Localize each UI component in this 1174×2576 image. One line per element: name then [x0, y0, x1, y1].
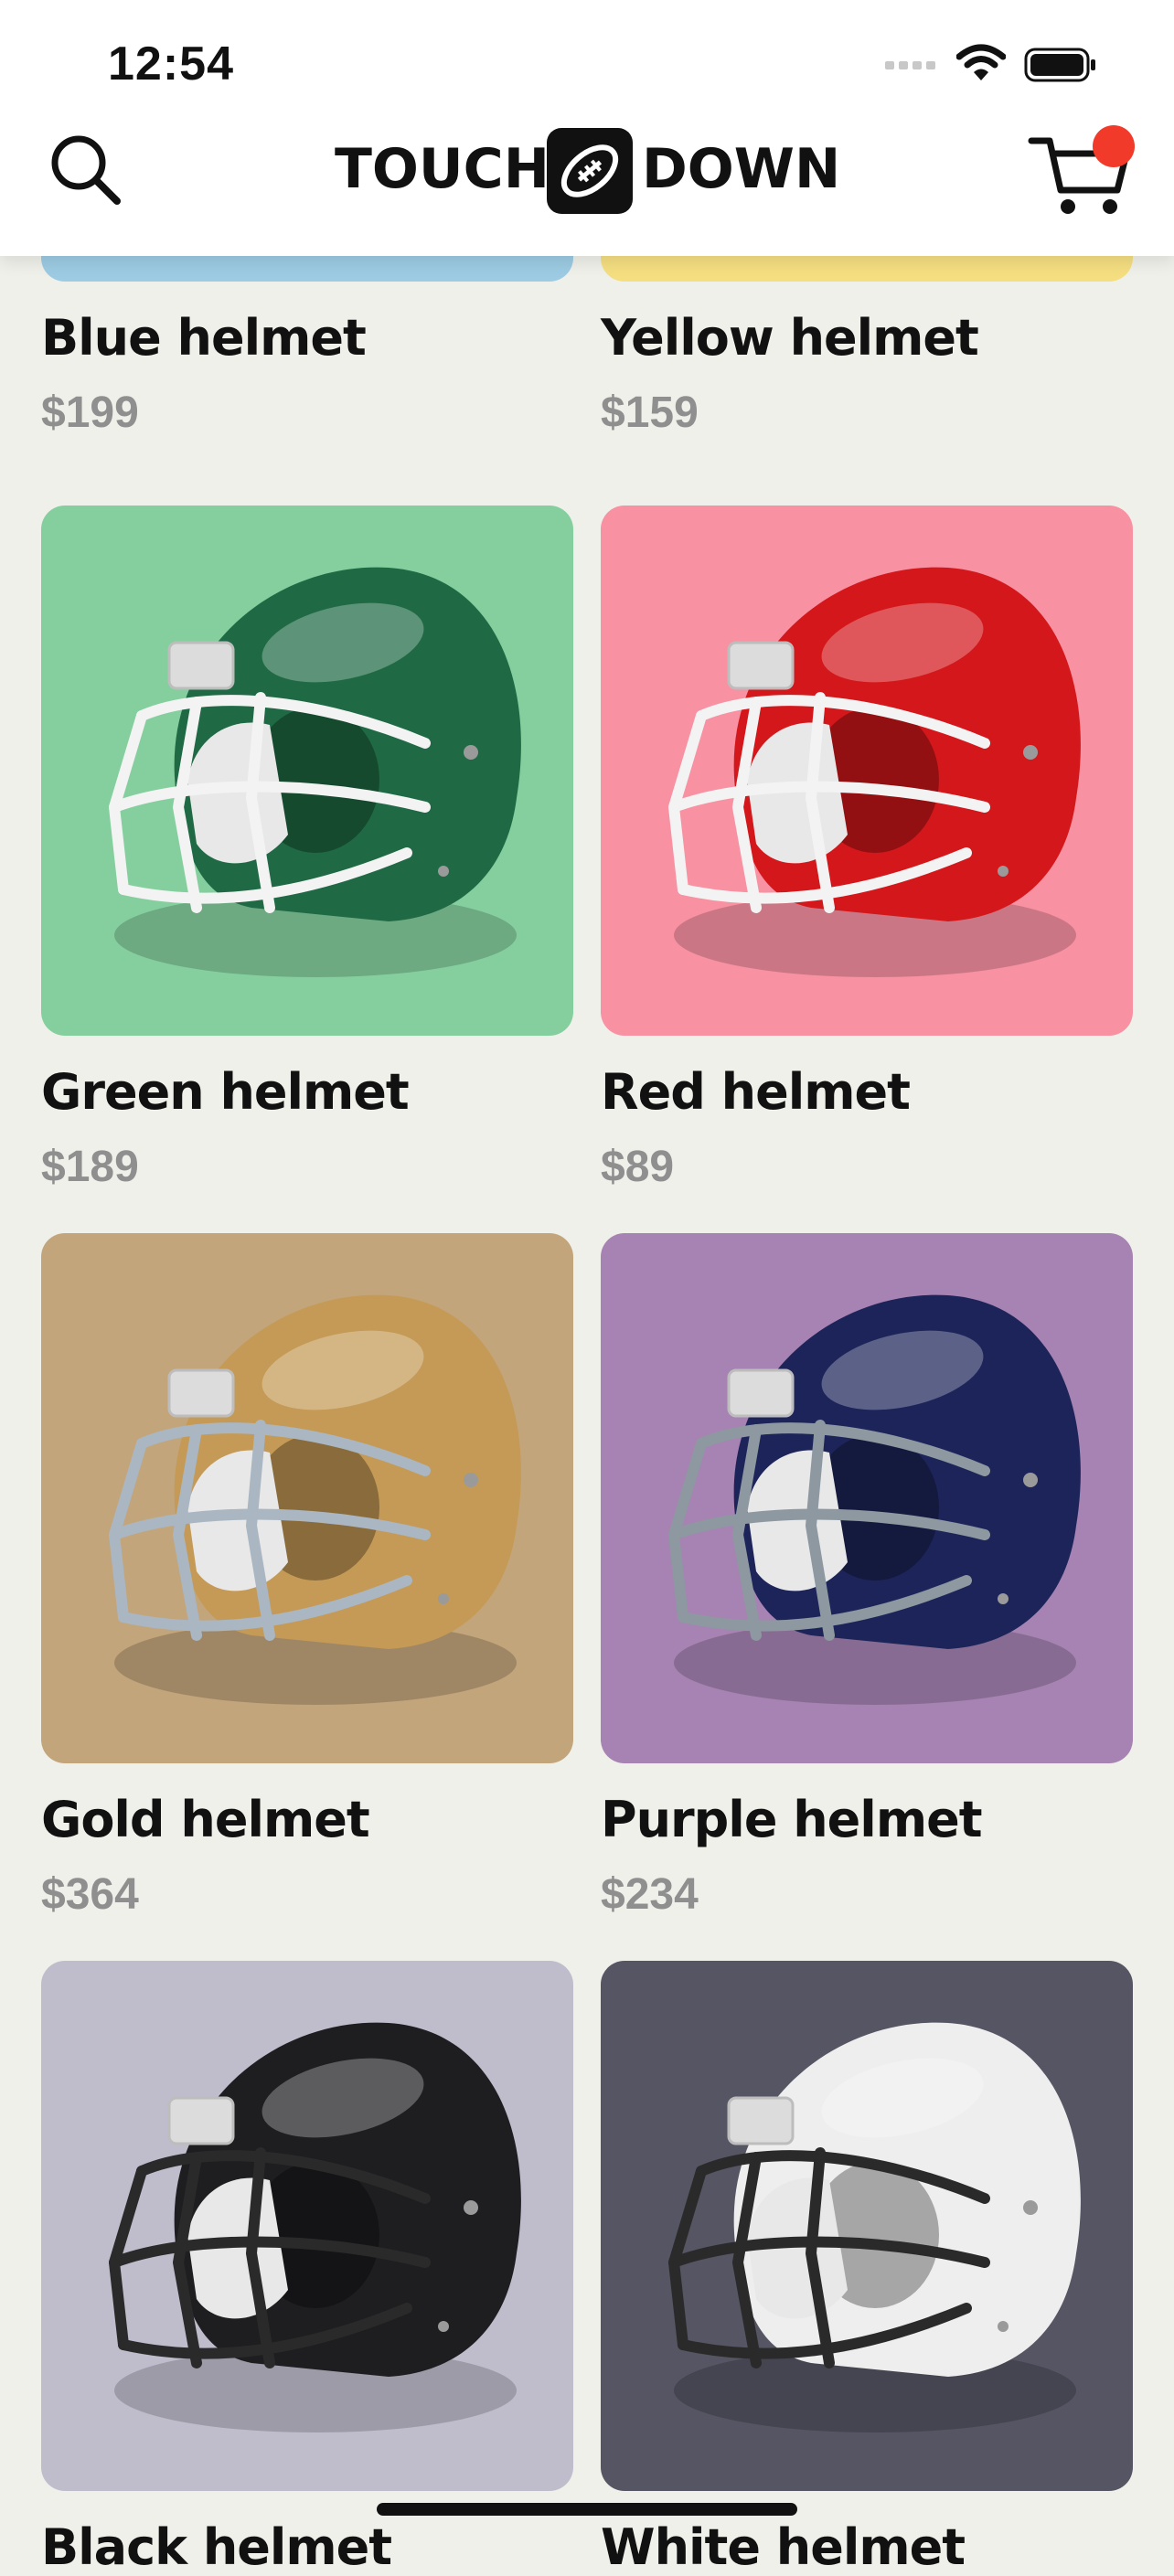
product-name: Yellow helmet — [601, 309, 979, 367]
product-image — [41, 506, 573, 1036]
helmet-illustration — [41, 1233, 573, 1763]
helmet-illustration — [41, 1961, 573, 2491]
cellular-signal-icon — [885, 61, 935, 69]
status-icons — [885, 44, 1105, 84]
product-price: $364 — [41, 1870, 139, 1919]
helmet-illustration — [601, 506, 1133, 1036]
cart-notification-badge — [1093, 125, 1135, 167]
football-icon — [560, 144, 619, 197]
brand-logo[interactable]: TOUCH DOWN — [335, 128, 841, 216]
product-name: Gold helmet — [41, 1791, 370, 1848]
product-image — [601, 1961, 1133, 2491]
logo-word-right: DOWN — [642, 137, 841, 201]
product-name: White helmet — [601, 2518, 966, 2576]
search-icon — [51, 135, 121, 205]
product-price: $159 — [601, 389, 699, 437]
search-button[interactable] — [44, 128, 126, 210]
product-price: $234 — [601, 1870, 699, 1919]
helmet-illustration — [41, 506, 573, 1036]
football-logo-mark — [547, 128, 633, 214]
product-price: $189 — [41, 1143, 139, 1191]
product-grid: Blue helmet $199 Yellow helmet $159 Gree… — [0, 0, 1174, 2576]
product-name: Purple helmet — [601, 1791, 983, 1848]
product-name: Red helmet — [601, 1063, 911, 1121]
product-price: $199 — [41, 389, 139, 437]
top-bar: 12:54 TOUCH DOWN — [0, 0, 1174, 256]
product-image — [601, 506, 1133, 1036]
product-name: Green helmet — [41, 1063, 410, 1121]
home-indicator — [377, 2503, 797, 2516]
logo-word-left: TOUCH — [335, 137, 550, 201]
helmet-illustration — [601, 1961, 1133, 2491]
wifi-icon — [956, 44, 1006, 80]
status-time: 12:54 — [108, 37, 234, 90]
product-image — [41, 1961, 573, 2491]
product-price: $89 — [601, 1143, 675, 1191]
product-image — [601, 1233, 1133, 1763]
helmet-illustration — [601, 1233, 1133, 1763]
battery-icon — [1024, 48, 1095, 82]
product-name: Blue helmet — [41, 309, 367, 367]
product-image — [41, 1233, 573, 1763]
product-name: Black helmet — [41, 2518, 392, 2576]
